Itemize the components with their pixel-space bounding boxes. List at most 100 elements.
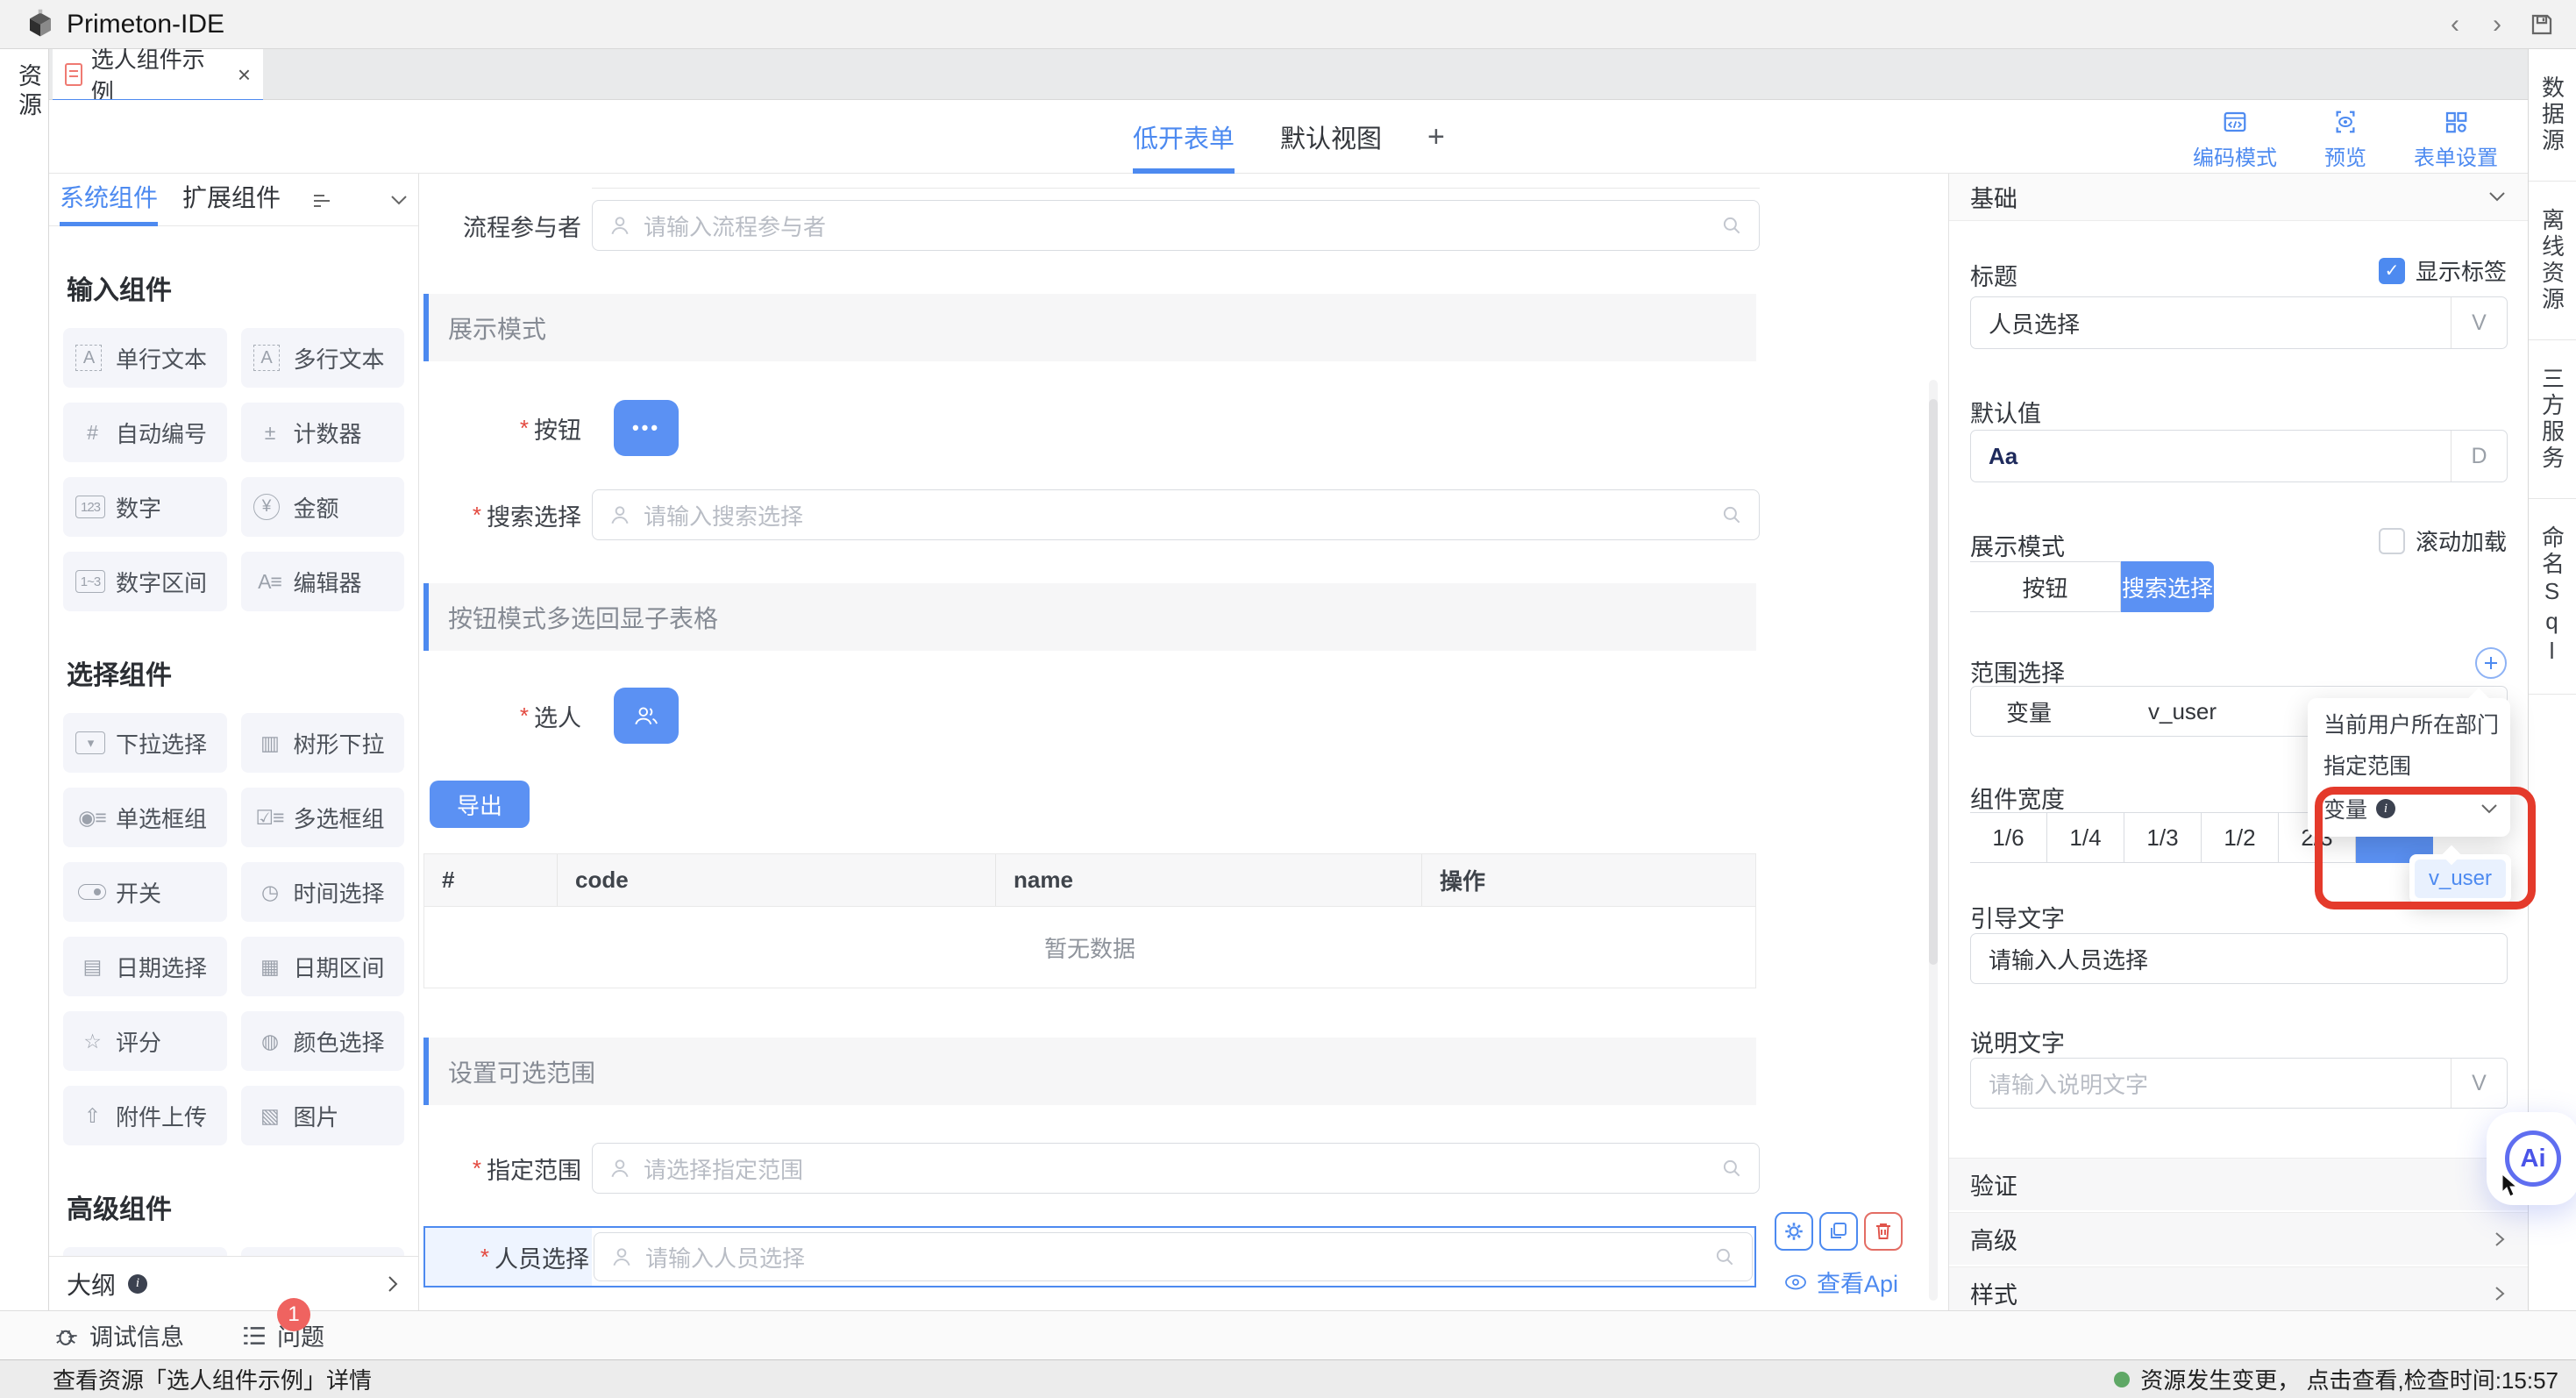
field-label: *按钮 xyxy=(419,403,581,453)
component-card[interactable]: 开关 xyxy=(63,862,227,922)
width-option[interactable]: 1/2 xyxy=(2202,812,2279,863)
help-text-input[interactable]: 请输入说明文字 V xyxy=(1970,1058,2508,1109)
component-card[interactable]: ⇧ 附件上传 xyxy=(63,1086,227,1145)
collapse-panel-icon[interactable] xyxy=(389,193,409,207)
component-icon: ▦ xyxy=(253,955,287,979)
expression-toggle[interactable]: V xyxy=(2451,297,2507,348)
field-label: *指定范围 xyxy=(419,1143,581,1194)
plus-icon xyxy=(2482,654,2500,672)
field-settings-button[interactable] xyxy=(1775,1212,1813,1251)
inspector-section-basic[interactable]: 基础 xyxy=(1949,174,2528,221)
dropdown-option[interactable]: 指定范围 xyxy=(2308,746,2510,788)
variable-option-selected[interactable]: v_user xyxy=(2415,859,2506,898)
nav-back-icon[interactable]: ‹ xyxy=(2437,5,2473,44)
expression-toggle[interactable]: D xyxy=(2451,431,2507,481)
left-rail: 资源 xyxy=(0,49,49,1310)
component-card[interactable]: ◯ 人员选择 xyxy=(63,1247,227,1256)
view-tab[interactable]: 默认视图 xyxy=(1280,100,1382,174)
participant-input[interactable]: 请输入流程参与者 xyxy=(592,200,1760,251)
component-card[interactable]: ▾ 下拉选择 xyxy=(63,713,227,773)
component-card[interactable]: A≡ 编辑器 xyxy=(241,552,405,611)
people-picker-button[interactable] xyxy=(614,688,679,744)
show-label-checkbox[interactable]: ✓ 显示标签 xyxy=(2379,254,2507,287)
file-tab[interactable]: 选人组件示例 × xyxy=(53,49,263,100)
status-left-text[interactable]: 查看资源「选人组件示例」详情 xyxy=(53,1363,372,1395)
display-mode-label: 展示模式 xyxy=(1970,528,2065,562)
inspector-collapsed-section[interactable]: 验证 xyxy=(1949,1158,2528,1212)
debug-info-button[interactable]: 调试信息 xyxy=(54,1318,184,1352)
component-card[interactable]: ☑≡ 多选框组 xyxy=(241,788,405,847)
component-icon: # xyxy=(75,421,109,445)
save-icon[interactable] xyxy=(2529,11,2555,38)
view-tab[interactable]: + xyxy=(1427,100,1445,174)
guide-text-input[interactable]: 请输入人员选择 xyxy=(1970,933,2508,984)
form-settings-button[interactable]: 表单设置 xyxy=(2414,109,2498,171)
chevron-right-icon[interactable] xyxy=(385,1273,401,1295)
checkbox-unchecked-icon xyxy=(2379,528,2405,554)
width-option[interactable]: 1/6 xyxy=(1970,812,2047,863)
person-icon xyxy=(608,1157,631,1180)
width-option[interactable]: 1/4 xyxy=(2047,812,2124,863)
component-card[interactable]: A 多行文本 xyxy=(241,328,405,388)
component-icon: ◷ xyxy=(253,881,287,904)
rail-item[interactable]: 数据源 xyxy=(2529,49,2576,182)
view-api-link[interactable]: 查看Api xyxy=(1783,1265,1898,1299)
range-type-dropdown: 当前用户所在部门指定范围 变量 i xyxy=(2308,698,2510,837)
component-card[interactable]: ◉≡ 单选框组 xyxy=(63,788,227,847)
preview-eye-icon xyxy=(2332,109,2359,135)
export-button[interactable]: 导出 xyxy=(430,781,530,828)
default-value-input[interactable]: Aa D xyxy=(1970,430,2508,482)
component-card[interactable]: 品 机构选择 xyxy=(241,1247,405,1256)
resources-rail-item[interactable]: 资源 xyxy=(11,63,46,121)
component-card[interactable]: # 自动编号 xyxy=(63,403,227,462)
rail-item[interactable]: 命名Sql xyxy=(2529,499,2576,695)
canvas-scrollbar[interactable] xyxy=(1929,399,1938,965)
column-header: 操作 xyxy=(1422,854,1755,906)
dropdown-option[interactable]: 当前用户所在部门 xyxy=(2308,705,2510,746)
rail-item[interactable]: 三方服务 xyxy=(2529,340,2576,499)
component-card[interactable]: ▤ 日期选择 xyxy=(63,937,227,996)
component-card[interactable]: ▧ 图片 xyxy=(241,1086,405,1145)
view-tab[interactable]: 低开表单 xyxy=(1133,100,1235,174)
mouse-cursor xyxy=(2501,1173,2520,1200)
outline-bar[interactable]: 大纲 i xyxy=(49,1256,418,1310)
copy-field-button[interactable] xyxy=(1819,1212,1858,1251)
primeton-ide-window: Primeton-IDE ‹ › 选人组件示例 × 资源 数据源离线资源三方服务… xyxy=(0,0,2576,1398)
tab-extend-components[interactable]: 扩展组件 xyxy=(182,174,281,226)
component-card[interactable]: A 单行文本 xyxy=(63,328,227,388)
selected-field-person-picker[interactable]: *人员选择 请输入人员选择 xyxy=(423,1226,1756,1287)
component-card[interactable]: 123 数字 xyxy=(63,477,227,537)
range-input[interactable]: 请选择指定范围 xyxy=(592,1143,1760,1194)
add-range-button[interactable] xyxy=(2475,647,2507,679)
component-card[interactable]: ◍ 颜色选择 xyxy=(241,1011,405,1071)
component-card[interactable]: ◷ 时间选择 xyxy=(241,862,405,922)
status-right[interactable]: 资源发生变更， 点击查看,检查时间:15:57 xyxy=(2114,1363,2558,1395)
segment-option[interactable]: 搜索选择 xyxy=(2121,561,2214,612)
component-card[interactable]: ▦ 日期区间 xyxy=(241,937,405,996)
expression-toggle[interactable]: V xyxy=(2451,1059,2507,1108)
dropdown-option-variable[interactable]: 变量 i xyxy=(2308,788,2510,830)
person-icon xyxy=(610,1245,633,1268)
component-card[interactable]: ☆ 评分 xyxy=(63,1011,227,1071)
delete-field-button[interactable] xyxy=(1864,1212,1903,1251)
tab-system-components[interactable]: 系统组件 xyxy=(60,174,158,226)
search-select-input[interactable]: 请输入搜索选择 xyxy=(592,489,1760,540)
component-card[interactable]: 1~3 数字区间 xyxy=(63,552,227,611)
preview-button[interactable]: 预览 xyxy=(2324,109,2366,171)
component-card[interactable]: ¥ 金额 xyxy=(241,477,405,537)
component-card[interactable]: ± 计数器 xyxy=(241,403,405,462)
picker-dots-button[interactable]: ••• xyxy=(614,400,679,456)
inspector-collapsed-section[interactable]: 高级 xyxy=(1949,1212,2528,1266)
close-tab-icon[interactable]: × xyxy=(238,61,251,89)
code-window-icon xyxy=(2222,109,2248,135)
width-option[interactable]: 1/3 xyxy=(2124,812,2202,863)
component-card[interactable]: ▥ 树形下拉 xyxy=(241,713,405,773)
segment-option[interactable]: 按钮 xyxy=(1970,561,2121,612)
menu-icon[interactable] xyxy=(312,193,331,209)
rail-item[interactable]: 离线资源 xyxy=(2529,182,2576,340)
nav-forward-icon[interactable]: › xyxy=(2480,5,2515,44)
scroll-load-checkbox[interactable]: 滚动加载 xyxy=(2379,524,2507,557)
title-input[interactable]: 人员选择 V xyxy=(1970,296,2508,349)
person-input[interactable]: 请输入人员选择 xyxy=(594,1232,1753,1281)
code-mode-button[interactable]: 编码模式 xyxy=(2193,109,2277,171)
